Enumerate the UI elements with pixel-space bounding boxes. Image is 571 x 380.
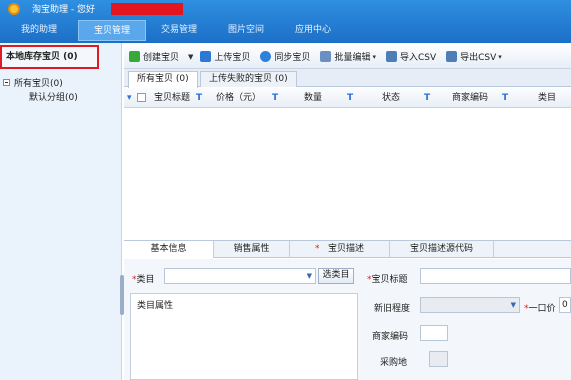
filter-icon[interactable]: ▾ (127, 88, 132, 108)
dropdown-arrow-icon: ▼ (188, 52, 194, 61)
title-label: *宝贝标题 (367, 275, 408, 285)
nav-my-assistant[interactable]: 我的助理 (0, 20, 78, 41)
tree-root-label: 所有宝贝(0) (14, 78, 63, 89)
title-row: 淘宝助理 - 您好 (0, 0, 571, 17)
merchant-code-input[interactable] (420, 325, 448, 341)
column-status[interactable]: 状态 (382, 88, 400, 108)
taobao-logo-icon (8, 2, 20, 15)
column-merchant-code[interactable]: 商家编码 (452, 88, 488, 108)
export-csv-button[interactable]: 导出CSV ▾ (441, 48, 507, 66)
filter-icon[interactable]: T (424, 88, 430, 108)
collapse-icon[interactable] (3, 78, 10, 86)
tree-child-default[interactable]: 默认分组(0) (3, 89, 78, 103)
category-select[interactable]: ▼ (164, 268, 316, 284)
category-attributes-label: 类目属性 (137, 301, 174, 311)
create-dropdown-button[interactable]: ▼ (184, 48, 195, 66)
category-attributes-group: 类目属性 (130, 293, 358, 380)
item-grid[interactable] (124, 108, 571, 240)
origin-label: 采购地 (380, 358, 408, 368)
dropdown-arrow-icon: ▼ (510, 301, 516, 309)
create-item-label: 创建宝贝 (143, 53, 180, 63)
filter-icon[interactable]: T (502, 88, 508, 108)
top-bar: 淘宝助理 - 您好 我的助理 宝贝管理 交易管理 图片空间 应用中心 (0, 0, 571, 43)
merchant-code-label: 商家编码 (372, 332, 409, 342)
origin-select[interactable] (429, 351, 448, 367)
toolbar: 创建宝贝 ▼ 上传宝贝 同步宝贝 批量编辑 ▾ 导入CSV 导出CSV ▾ (124, 45, 571, 69)
tab-item-description-label: 宝贝描述 (328, 244, 365, 254)
filter-icon[interactable]: T (196, 88, 202, 108)
tree-child-label: 默认分组(0) (29, 92, 78, 103)
dropdown-arrow-icon: ▾ (498, 52, 502, 61)
tab-basic-info[interactable]: 基本信息 (124, 241, 214, 258)
filter-icon[interactable]: T (272, 88, 278, 108)
grid-header: ▾ 宝贝标题 T 价格（元） T 数量 T 状态 T 商家编码 T 类目 (124, 88, 571, 108)
create-item-button[interactable]: 创建宝贝 (124, 48, 184, 66)
column-category[interactable]: 类目 (538, 88, 556, 108)
sync-icon (260, 51, 272, 62)
nav-item-management[interactable]: 宝贝管理 (78, 20, 146, 41)
plus-icon (129, 51, 140, 62)
required-asterisk: * (314, 244, 329, 254)
batch-edit-button[interactable]: 批量编辑 ▾ (315, 48, 381, 66)
tab-upload-failed[interactable]: 上传失败的宝贝 (0) (200, 71, 297, 87)
condition-label: 新旧程度 (374, 304, 411, 314)
redacted-username (111, 3, 183, 15)
main-nav: 我的助理 宝贝管理 交易管理 图片空间 应用中心 (0, 20, 346, 41)
local-stock-header[interactable]: 本地库存宝贝 (0) (0, 45, 99, 69)
select-category-button[interactable]: 选类目 (318, 268, 354, 284)
sync-item-label: 同步宝贝 (274, 53, 311, 63)
price-label: *一口价 (524, 304, 556, 314)
export-icon (446, 51, 458, 62)
item-subtabs: 所有宝贝 (0) 上传失败的宝贝 (0) (124, 69, 571, 88)
tab-item-description[interactable]: * 宝贝描述 (290, 241, 390, 258)
tree-root[interactable]: 所有宝贝(0) (3, 75, 78, 89)
sync-item-button[interactable]: 同步宝贝 (255, 48, 315, 66)
tab-all-items[interactable]: 所有宝贝 (0) (128, 71, 198, 88)
import-csv-label: 导入CSV (399, 53, 437, 63)
basic-info-form: *类目 ▼ 选类目 *宝贝标题 类目属性 新旧程度 ▼ *一口价 0 商家编码 … (124, 259, 571, 380)
column-price[interactable]: 价格（元） (216, 88, 261, 108)
nav-trade-management[interactable]: 交易管理 (146, 20, 212, 41)
left-panel: 本地库存宝贝 (0) 所有宝贝(0) 默认分组(0) (0, 43, 122, 380)
tab-sales-attributes[interactable]: 销售属性 (214, 241, 290, 258)
column-title[interactable]: 宝贝标题 (154, 88, 190, 108)
batch-edit-label: 批量编辑 (334, 53, 371, 63)
app-title: 淘宝助理 - 您好 (32, 5, 95, 15)
tab-description-source[interactable]: 宝贝描述源代码 (390, 241, 494, 258)
dropdown-arrow-icon: ▼ (306, 272, 312, 280)
nav-image-space[interactable]: 图片空间 (212, 20, 280, 41)
import-icon (385, 51, 397, 62)
nav-app-center[interactable]: 应用中心 (280, 20, 346, 41)
detail-tabs: 基本信息 销售属性 * 宝贝描述 宝贝描述源代码 (124, 240, 571, 258)
condition-select[interactable]: ▼ (420, 297, 520, 313)
category-label: *类目 (132, 275, 155, 285)
upload-item-label: 上传宝贝 (214, 53, 251, 63)
dropdown-arrow-icon: ▾ (372, 52, 376, 61)
upload-item-button[interactable]: 上传宝贝 (195, 48, 255, 66)
item-tree: 所有宝贝(0) 默认分组(0) (3, 75, 78, 103)
import-csv-button[interactable]: 导入CSV (381, 48, 441, 66)
upload-icon (200, 51, 212, 62)
batch-edit-icon (320, 51, 332, 62)
price-input[interactable]: 0 (559, 297, 571, 313)
export-csv-label: 导出CSV (460, 53, 497, 63)
column-quantity[interactable]: 数量 (304, 88, 322, 108)
title-input[interactable] (420, 268, 571, 284)
filter-icon[interactable]: T (347, 88, 353, 108)
select-all-checkbox[interactable] (137, 93, 146, 102)
